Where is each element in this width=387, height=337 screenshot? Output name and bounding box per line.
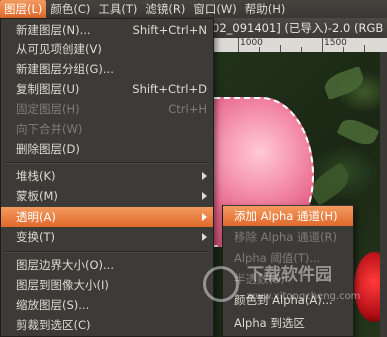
submenu-arrow-icon	[202, 192, 207, 200]
shortcut-label: Shift+Ctrl+N	[132, 23, 207, 37]
leaf-shape	[321, 65, 367, 101]
menu-item-label: 固定图层(H)	[16, 102, 80, 116]
menu-separator	[5, 162, 209, 164]
submenu-arrow-icon	[202, 233, 207, 241]
menu-item-label: 图层边界大小(O)...	[16, 258, 114, 272]
window-title-text: 02_091401] (已导入)-2.0 (RGB	[212, 21, 384, 35]
vertical-scrollbar[interactable]	[380, 52, 387, 337]
ruler-minor-tick	[280, 45, 281, 52]
menu-item-transform[interactable]: 变换(T)	[1, 227, 213, 247]
menu-item-label: 新建图层(N)...	[16, 23, 91, 37]
ruler-minor-tick	[364, 45, 365, 52]
menu-item-add-alpha-channel[interactable]: 添加 Alpha 通道(H)	[223, 206, 353, 226]
leaf-shape	[336, 114, 380, 150]
menu-filters[interactable]: 滤镜(R)	[141, 0, 189, 18]
menu-item-new-layer[interactable]: 新建图层(N)... Shift+Ctrl+N	[1, 20, 213, 40]
menu-item-label: Alpha 到选区	[234, 316, 305, 330]
menu-item-label: 剪裁到选区(C)	[16, 318, 91, 332]
menu-item-label: 半透数(S)	[234, 272, 285, 286]
submenu-arrow-icon	[202, 213, 207, 221]
menu-item-stack[interactable]: 堆栈(K)	[1, 166, 213, 186]
menu-item-mask[interactable]: 蒙板(M)	[1, 186, 213, 206]
menu-item-label: 从可见项创建(V)	[16, 42, 102, 56]
menu-item-scale-layer[interactable]: 缩放图层(S)...	[1, 295, 213, 315]
menu-item-new-from-visible[interactable]: 从可见项创建(V)	[1, 39, 213, 59]
menu-item-label: 向下合并(W)	[16, 122, 83, 136]
menu-item-color-to-alpha[interactable]: 颜色到 Alpha(A)...	[223, 290, 353, 310]
menu-item-label: 蒙板(M)	[16, 189, 58, 203]
menu-layer[interactable]: 图层(L)	[0, 0, 47, 18]
layer-menu: 新建图层(N)... Shift+Ctrl+N 从可见项创建(V) 新建图层分组…	[0, 18, 214, 337]
menu-item-label: 缩放图层(S)...	[16, 298, 90, 312]
menu-item-delete-layer[interactable]: 删除图层(D)	[1, 139, 213, 159]
menu-item-label: 透明(A)	[16, 210, 56, 224]
menu-item-label: 堆栈(K)	[16, 169, 56, 183]
menu-item-crop-to-selection[interactable]: 剪裁到选区(C)	[1, 315, 213, 335]
menu-item-alpha-threshold[interactable]: Alpha 阈值(T)...	[223, 248, 353, 268]
shortcut-label: Ctrl+H	[168, 102, 207, 116]
menu-colors[interactable]: 颜色(C)	[46, 0, 94, 18]
menu-item-transparency[interactable]: 透明(A)	[1, 207, 213, 227]
menubar: 图层(L) 颜色(C) 工具(T) 滤镜(R) 窗口(W) 帮助(H)	[0, 0, 387, 18]
menu-windows[interactable]: 窗口(W)	[189, 0, 240, 18]
menu-item-new-layer-group[interactable]: 新建图层分组(G)...	[1, 59, 213, 79]
menu-item-label: 移除 Alpha 通道(R)	[234, 230, 337, 244]
menu-item-label: 添加 Alpha 通道(H)	[234, 209, 338, 223]
menu-separator	[5, 251, 209, 253]
menu-item-label: 颜色到 Alpha(A)...	[234, 293, 333, 307]
menu-tools[interactable]: 工具(T)	[94, 0, 141, 18]
menu-item-anchor-layer[interactable]: 固定图层(H) Ctrl+H	[1, 99, 213, 119]
menu-item-label: Alpha 阈值(T)...	[234, 251, 321, 265]
menu-item-label: 图层到图像大小(I)	[16, 278, 109, 292]
menu-item-remove-alpha-channel[interactable]: 移除 Alpha 通道(R)	[223, 227, 353, 247]
menu-item-semi-flatten[interactable]: 半透数(S)	[223, 269, 353, 289]
menu-item-layer-to-image-size[interactable]: 图层到图像大小(I)	[1, 275, 213, 295]
menu-item-label: 删除图层(D)	[16, 142, 80, 156]
menu-item-label: 新建图层分组(G)...	[16, 62, 114, 76]
menu-item-label: 变换(T)	[16, 230, 55, 244]
menu-help[interactable]: 帮助(H)	[241, 0, 290, 18]
transparency-submenu: 添加 Alpha 通道(H) 移除 Alpha 通道(R) Alpha 阈值(T…	[222, 205, 354, 337]
shortcut-label: Shift+Ctrl+D	[132, 82, 207, 96]
submenu-arrow-icon	[202, 172, 207, 180]
ruler-major-tick	[238, 38, 239, 52]
ruler-major-tick	[322, 38, 323, 52]
menu-item-label: 复制图层(U)	[16, 82, 80, 96]
menu-item-alpha-to-selection[interactable]: Alpha 到选区	[223, 313, 353, 333]
horizontal-ruler[interactable]: 1000 1500	[214, 38, 387, 53]
menu-item-duplicate-layer[interactable]: 复制图层(U) Shift+Ctrl+D	[1, 79, 213, 99]
menu-item-layer-boundary-size[interactable]: 图层边界大小(O)...	[1, 255, 213, 275]
menu-item-merge-down[interactable]: 向下合并(W)	[1, 119, 213, 139]
